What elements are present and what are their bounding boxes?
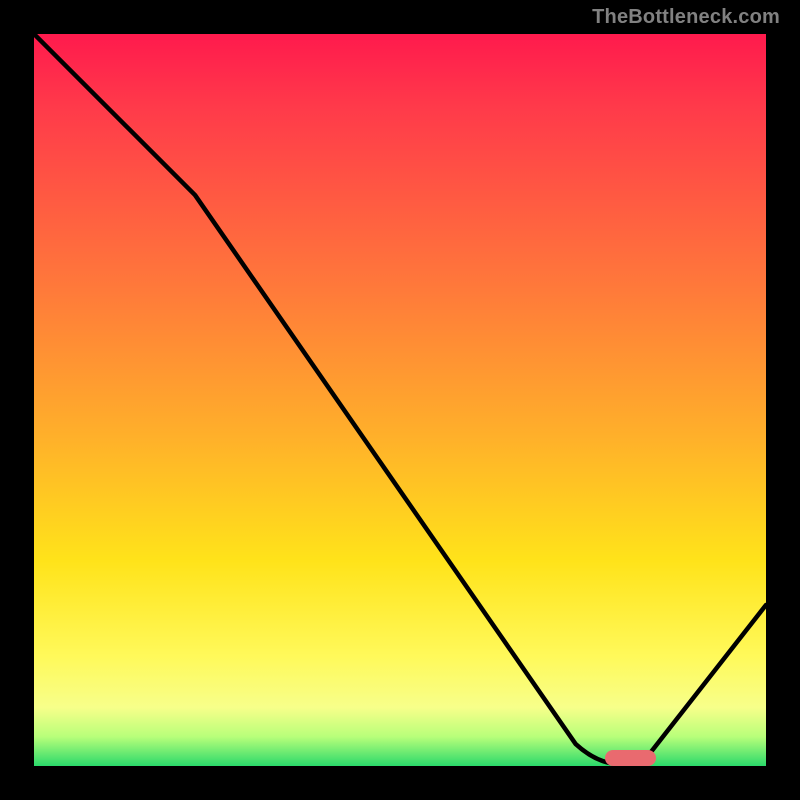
optimal-range-marker xyxy=(605,750,656,766)
bottleneck-curve xyxy=(34,34,766,766)
plot-area xyxy=(34,34,766,766)
chart-container: TheBottleneck.com xyxy=(0,0,800,800)
watermark-text: TheBottleneck.com xyxy=(592,6,780,29)
